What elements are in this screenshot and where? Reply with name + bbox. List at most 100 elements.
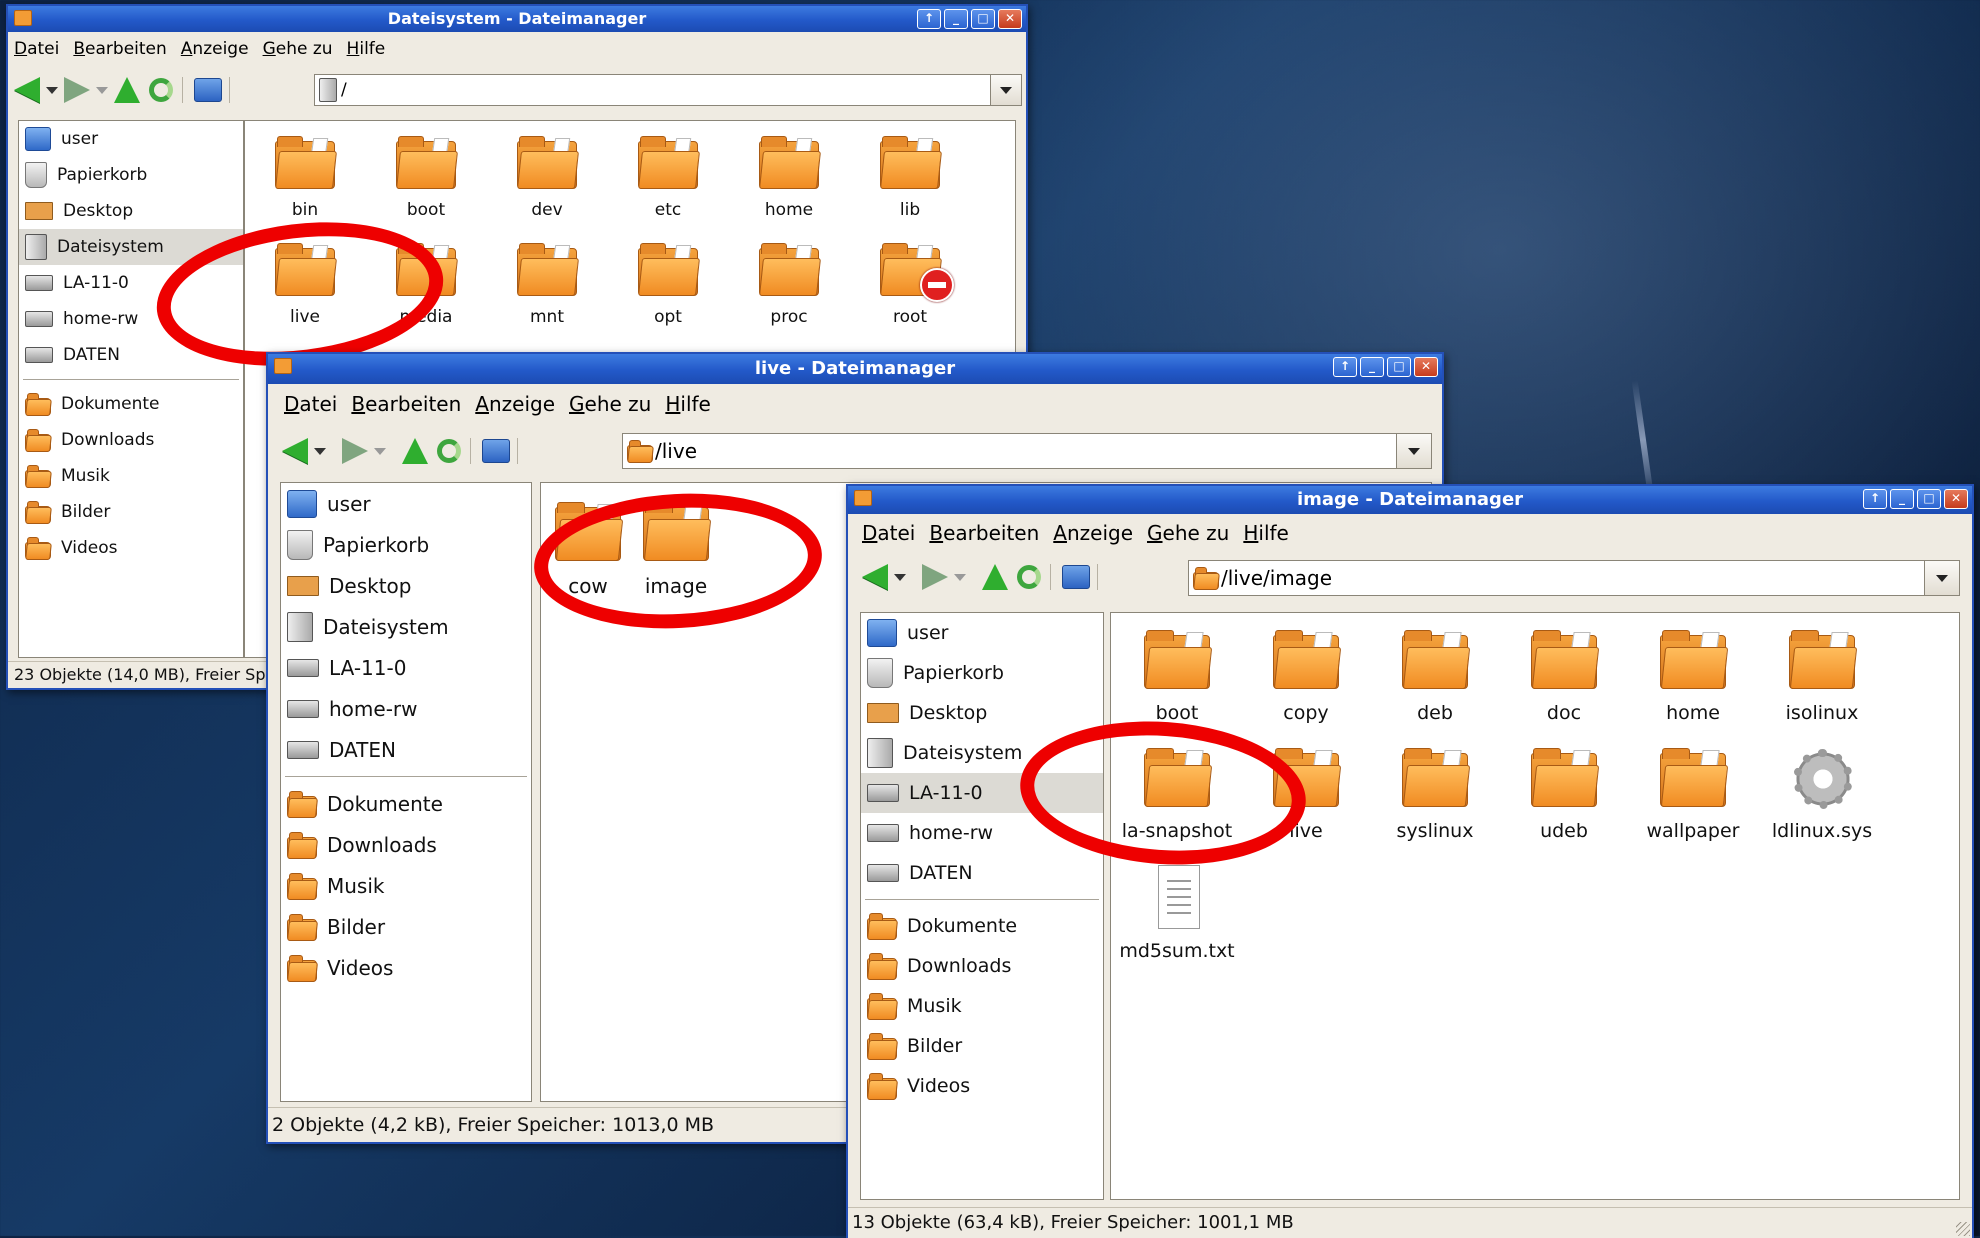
sidebar-item-la-11-0[interactable]: LA-11-0 (281, 647, 531, 688)
sidebar-item-papierkorb[interactable]: Papierkorb (281, 524, 531, 565)
shade-button[interactable]: ↑ (1863, 489, 1887, 509)
menu-hilfe[interactable]: Hilfe (665, 388, 711, 420)
sidebar-item-desktop[interactable]: Desktop (19, 193, 243, 229)
file-item[interactable]: md5sum.txt (1117, 865, 1237, 962)
up-button[interactable] (400, 437, 430, 465)
menu-bearbeiten[interactable]: Bearbeiten (73, 36, 166, 62)
minimize-button[interactable]: _ (944, 9, 968, 29)
sidebar-item-videos[interactable]: Videos (281, 947, 531, 988)
menu-datei[interactable]: Datei (862, 518, 915, 548)
home-button[interactable] (481, 437, 511, 465)
menu-anzeige[interactable]: Anzeige (475, 388, 555, 420)
file-item[interactable]: bin (255, 135, 355, 220)
back-button[interactable] (280, 437, 310, 465)
menu-datei[interactable]: Datei (284, 388, 337, 420)
up-button[interactable] (112, 76, 142, 104)
menu-bearbeiten[interactable]: Bearbeiten (351, 388, 461, 420)
sidebar-item-downloads[interactable]: Downloads (861, 946, 1103, 986)
file-item[interactable]: copy (1246, 629, 1366, 724)
resize-grip[interactable] (1956, 1222, 1970, 1236)
sidebar-item-home-rw[interactable]: home-rw (281, 688, 531, 729)
menu-datei[interactable]: Datei (14, 36, 59, 62)
forward-button[interactable] (62, 76, 92, 104)
minimize-button[interactable]: _ (1360, 357, 1384, 377)
reload-button[interactable] (434, 437, 464, 465)
forward-button[interactable] (340, 437, 370, 465)
sidebar-item-videos[interactable]: Videos (19, 530, 243, 566)
address-dropdown-button[interactable] (1396, 434, 1431, 468)
menu-bearbeiten[interactable]: Bearbeiten (929, 518, 1039, 548)
file-item[interactable]: ldlinux.sys (1762, 747, 1882, 842)
close-button[interactable]: ✕ (998, 9, 1022, 29)
sidebar-item-daten[interactable]: DATEN (861, 853, 1103, 893)
file-item[interactable]: dev (497, 135, 597, 220)
forward-history-dropdown[interactable] (954, 573, 966, 581)
file-item[interactable]: etc (618, 135, 718, 220)
file-item[interactable]: lib (860, 135, 960, 220)
sidebar-item-bilder[interactable]: Bilder (281, 906, 531, 947)
file-item[interactable]: deb (1375, 629, 1495, 724)
file-item[interactable]: home (739, 135, 839, 220)
sidebar-item-daten[interactable]: DATEN (281, 729, 531, 770)
titlebar[interactable]: Dateisystem - Dateimanager ↑ _ □ ✕ (8, 6, 1026, 32)
file-item[interactable]: opt (618, 242, 718, 327)
file-item[interactable]: wallpaper (1633, 747, 1753, 842)
sidebar-item-user[interactable]: user (281, 483, 531, 524)
close-button[interactable]: ✕ (1944, 489, 1968, 509)
file-item[interactable]: mnt (497, 242, 597, 327)
address-dropdown-button[interactable] (1924, 561, 1959, 595)
up-button[interactable] (980, 563, 1010, 591)
minimize-button[interactable]: _ (1890, 489, 1914, 509)
back-button[interactable] (860, 563, 890, 591)
address-bar[interactable]: / (314, 74, 1022, 106)
menu-hilfe[interactable]: Hilfe (1243, 518, 1289, 548)
shade-button[interactable]: ↑ (1333, 357, 1357, 377)
address-bar[interactable]: /live (622, 433, 1432, 469)
maximize-button[interactable]: □ (1387, 357, 1411, 377)
back-history-dropdown[interactable] (894, 573, 906, 581)
menu-anzeige[interactable]: Anzeige (181, 36, 249, 62)
file-item[interactable]: root (860, 242, 960, 327)
sidebar-item-downloads[interactable]: Downloads (19, 422, 243, 458)
sidebar-item-dokumente[interactable]: Dokumente (281, 783, 531, 824)
menu-gehe-zu[interactable]: Gehe zu (1147, 518, 1229, 548)
file-item[interactable]: doc (1504, 629, 1624, 724)
back-history-dropdown[interactable] (46, 86, 58, 94)
sidebar-item-dateisystem[interactable]: Dateisystem (281, 606, 531, 647)
sidebar-item-dokumente[interactable]: Dokumente (861, 906, 1103, 946)
address-bar[interactable]: /live/image (1188, 560, 1960, 596)
sidebar-item-dokumente[interactable]: Dokumente (19, 386, 243, 422)
sidebar-item-papierkorb[interactable]: Papierkorb (861, 653, 1103, 693)
sidebar-item-musik[interactable]: Musik (19, 458, 243, 494)
sidebar-item-bilder[interactable]: Bilder (861, 1026, 1103, 1066)
sidebar-item-papierkorb[interactable]: Papierkorb (19, 157, 243, 193)
titlebar[interactable]: live - Dateimanager ↑ _ □ ✕ (268, 354, 1442, 384)
reload-button[interactable] (146, 76, 176, 104)
sidebar-item-desktop[interactable]: Desktop (281, 565, 531, 606)
file-item[interactable]: udeb (1504, 747, 1624, 842)
sidebar-item-bilder[interactable]: Bilder (19, 494, 243, 530)
file-item[interactable]: isolinux (1762, 629, 1882, 724)
file-item[interactable]: boot (376, 135, 476, 220)
sidebar-item-user[interactable]: user (19, 121, 243, 157)
back-button[interactable] (12, 76, 42, 104)
home-button[interactable] (1061, 563, 1091, 591)
back-history-dropdown[interactable] (314, 447, 326, 455)
address-dropdown-button[interactable] (990, 75, 1021, 105)
sidebar-item-downloads[interactable]: Downloads (281, 824, 531, 865)
menu-anzeige[interactable]: Anzeige (1053, 518, 1133, 548)
close-button[interactable]: ✕ (1414, 357, 1438, 377)
sidebar-item-videos[interactable]: Videos (861, 1066, 1103, 1106)
file-item[interactable]: boot (1117, 629, 1237, 724)
forward-history-dropdown[interactable] (96, 86, 108, 94)
home-button[interactable] (193, 76, 223, 104)
menu-gehe-zu[interactable]: Gehe zu (569, 388, 651, 420)
sidebar-item-musik[interactable]: Musik (861, 986, 1103, 1026)
sidebar-item-user[interactable]: user (861, 613, 1103, 653)
menu-gehe-zu[interactable]: Gehe zu (263, 36, 333, 62)
menu-hilfe[interactable]: Hilfe (347, 36, 386, 62)
titlebar[interactable]: image - Dateimanager ↑ _ □ ✕ (848, 486, 1972, 514)
forward-button[interactable] (920, 563, 950, 591)
file-item[interactable]: syslinux (1375, 747, 1495, 842)
reload-button[interactable] (1014, 563, 1044, 591)
